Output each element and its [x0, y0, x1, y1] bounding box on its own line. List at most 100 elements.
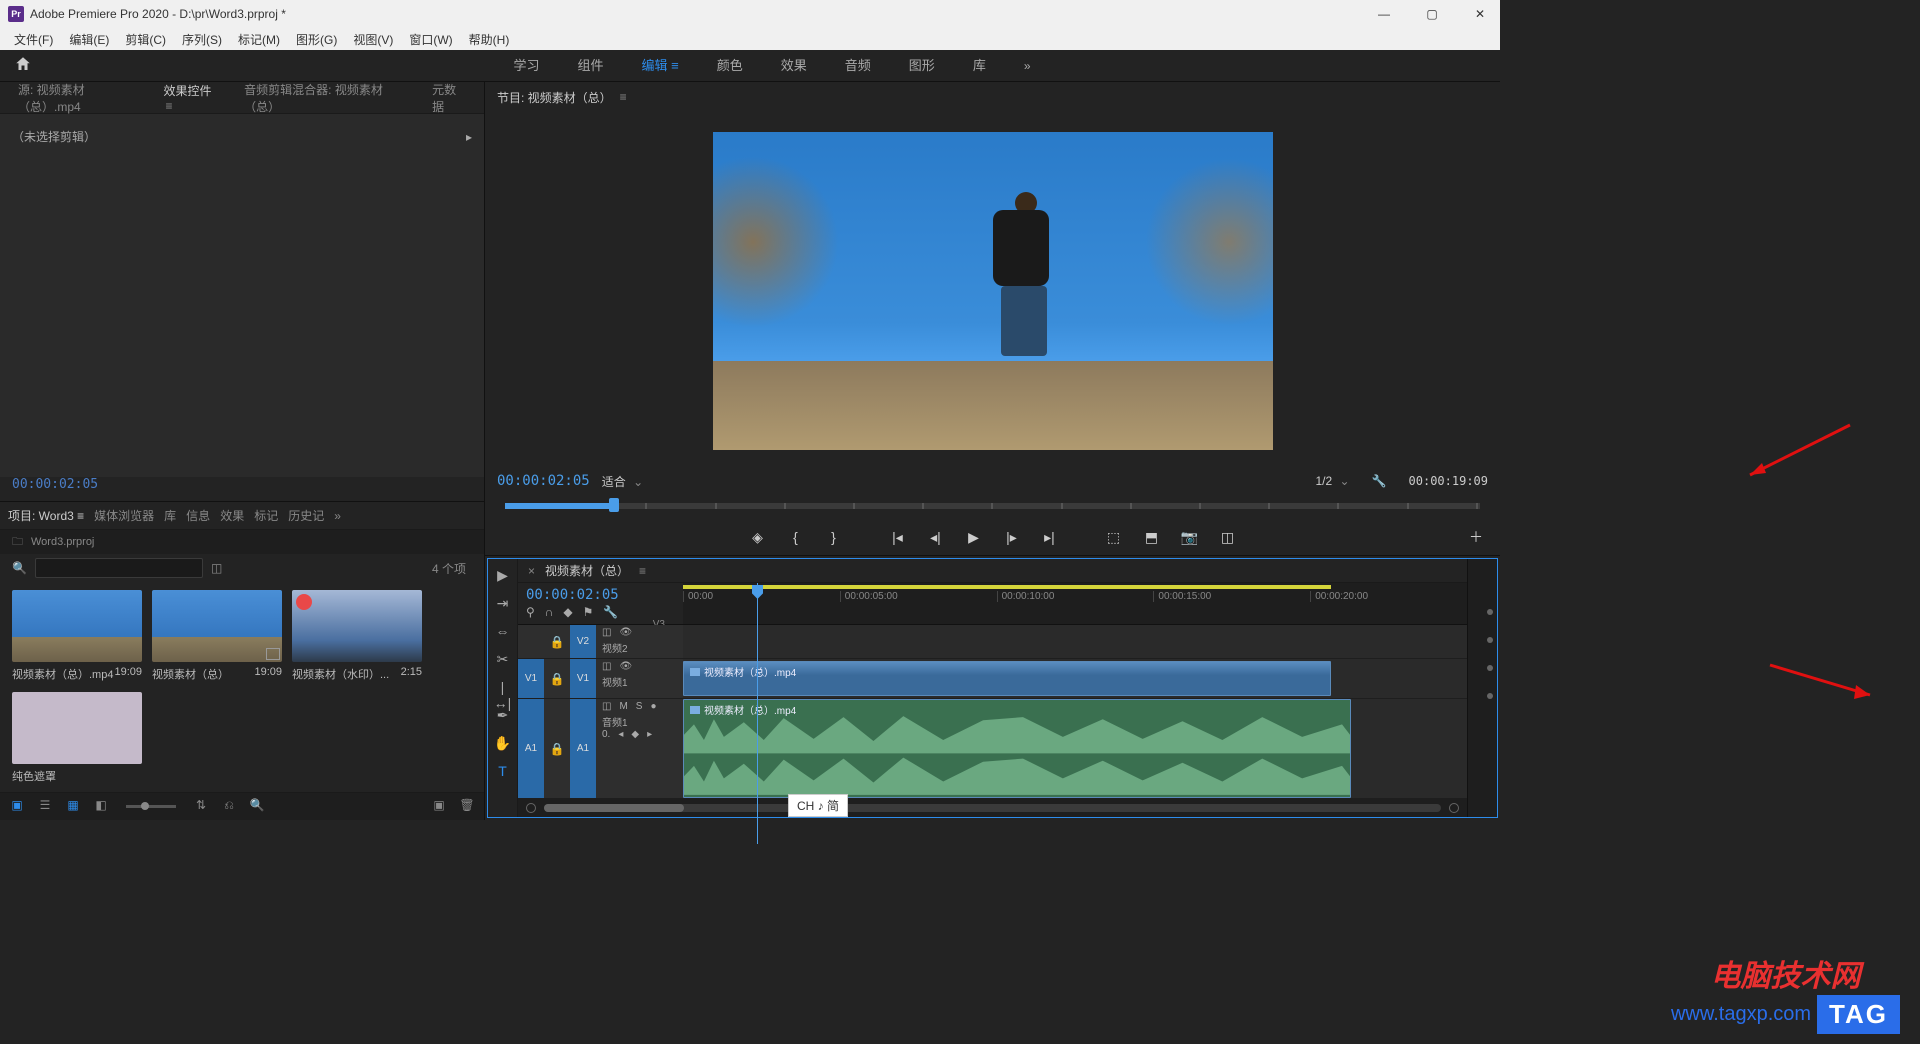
project-item[interactable]: 视频素材（水印）...2:15 [292, 590, 422, 682]
mark-out-icon[interactable]: } [822, 525, 846, 549]
play-icon[interactable]: ▶ [962, 525, 986, 549]
lock-icon[interactable]: 🔒 [544, 659, 570, 698]
new-bin-icon[interactable]: ▣ [8, 798, 26, 816]
track-target-v1[interactable]: V1 [570, 659, 596, 698]
menu-graphics[interactable]: 图形(G) [290, 29, 343, 50]
workspace-learn[interactable]: 学习 [495, 47, 557, 84]
source-patch-v1[interactable]: V1 [518, 659, 544, 698]
type-tool-icon[interactable]: T [493, 763, 513, 783]
lift-icon[interactable]: ⬚ [1102, 525, 1126, 549]
add-marker-icon[interactable]: ◈ [746, 525, 770, 549]
eye-icon[interactable]: 👁 [619, 661, 632, 672]
lock-icon[interactable]: 🔒 [544, 699, 570, 798]
list-view-icon[interactable]: ☰ [36, 798, 54, 816]
menu-view[interactable]: 视图(V) [347, 29, 399, 50]
workspace-assembly[interactable]: 组件 [560, 47, 622, 84]
voice-over-icon[interactable]: ● [650, 701, 656, 712]
mark-in-icon[interactable]: { [784, 525, 808, 549]
audio-clip[interactable]: 视频素材（总）.mp4 [683, 699, 1351, 798]
resolution-dropdown[interactable]: 1/2 ⌄ [1315, 474, 1349, 488]
toggle-output-icon[interactable]: ◫ [602, 701, 611, 712]
track-target-v2[interactable]: V2 [570, 625, 596, 658]
workspace-audio[interactable]: 音频 [827, 47, 889, 84]
tab-markers[interactable]: 标记 [254, 507, 278, 524]
project-item[interactable]: 纯色遮罩 [12, 692, 142, 784]
add-keyframe-icon[interactable]: ◆ [631, 729, 639, 740]
menu-markers[interactable]: 标记(M) [232, 29, 286, 50]
toggle-output-icon[interactable]: ◫ [602, 627, 611, 638]
menu-file[interactable]: 文件(F) [8, 29, 59, 50]
minimize-button[interactable]: — [1372, 7, 1396, 21]
sort-icon[interactable]: ⇅ [192, 798, 210, 816]
mute-button[interactable]: M [619, 701, 627, 712]
workspace-editing[interactable]: 编辑 ≡ [624, 47, 697, 84]
ime-indicator[interactable]: CH ♪ 简 [788, 794, 848, 817]
comparison-icon[interactable]: ◫ [1216, 525, 1240, 549]
selection-tool-icon[interactable]: ▶ [493, 567, 513, 587]
step-forward-icon[interactable]: |▸ [1000, 525, 1024, 549]
workspace-libraries[interactable]: 库 [955, 47, 1004, 84]
eye-icon[interactable]: 👁 [619, 627, 632, 638]
button-editor-icon[interactable]: ＋ [1464, 525, 1488, 549]
menu-sequence[interactable]: 序列(S) [176, 29, 228, 50]
step-back-icon[interactable]: ◂| [924, 525, 948, 549]
auto-sequence-icon[interactable]: ⎌ [220, 798, 238, 816]
chevron-right-icon[interactable]: ▸ [466, 130, 472, 144]
tab-history[interactable]: 历史记 [288, 507, 324, 524]
extract-icon[interactable]: ⬒ [1140, 525, 1164, 549]
add-marker-icon-tl[interactable]: ◆ [563, 605, 572, 619]
menu-clip[interactable]: 剪辑(C) [119, 29, 172, 50]
program-timecode[interactable]: 00:00:02:05 [497, 473, 590, 489]
freeform-view-icon[interactable]: ◧ [92, 798, 110, 816]
playhead[interactable] [757, 583, 758, 844]
workspace-color[interactable]: 颜色 [699, 47, 761, 84]
project-item[interactable]: 视频素材（总）.mp419:09 [12, 590, 142, 682]
find-icon[interactable]: 🔍 [248, 798, 266, 816]
track-target-a1[interactable]: A1 [570, 699, 596, 798]
program-scrubber[interactable] [497, 497, 1488, 515]
razor-tool-icon[interactable]: ✂ [493, 651, 513, 671]
hand-tool-icon[interactable]: ✋ [493, 735, 513, 755]
project-search-input[interactable] [35, 558, 203, 578]
trash-icon[interactable]: 🗑 [458, 798, 476, 816]
menu-edit[interactable]: 编辑(E) [63, 29, 115, 50]
breadcrumb[interactable]: Word3.prproj [31, 536, 94, 548]
linked-selection-icon[interactable]: ∩ [545, 605, 554, 619]
timeline-zoom-scroll[interactable] [518, 799, 1467, 817]
icon-view-icon[interactable]: ▦ [64, 798, 82, 816]
settings-icon[interactable]: 🔧 [1372, 474, 1387, 488]
solo-button[interactable]: S [636, 701, 643, 712]
sequence-tab[interactable]: 视频素材（总） [545, 562, 629, 579]
maximize-button[interactable]: ▢ [1420, 7, 1444, 21]
tab-effects[interactable]: 效果 [220, 507, 244, 524]
filter-icon[interactable]: ◫ [211, 561, 222, 575]
prev-keyframe-icon[interactable]: ◂ [618, 729, 623, 740]
tab-overflow[interactable]: » [334, 509, 341, 523]
workspace-graphics[interactable]: 图形 [891, 47, 953, 84]
source-patch-a1[interactable]: A1 [518, 699, 544, 798]
toggle-output-icon[interactable]: ◫ [602, 661, 611, 672]
close-button[interactable]: ✕ [1468, 7, 1492, 21]
go-to-out-icon[interactable]: ▸| [1038, 525, 1062, 549]
timeline-display-icon[interactable]: ⚑ [583, 605, 594, 619]
workspace-effects[interactable]: 效果 [763, 47, 825, 84]
ripple-edit-tool-icon[interactable]: ⇔ [493, 623, 513, 643]
wrench-settings-icon[interactable]: 🔧 [603, 605, 618, 619]
tab-info[interactable]: 信息 [186, 507, 210, 524]
timeline-ruler[interactable]: 00:00 00:00:05:00 00:00:10:00 00:00:15:0… [683, 583, 1467, 624]
track-select-tool-icon[interactable]: ⇥ [493, 595, 513, 615]
pen-tool-icon[interactable]: ✒ [493, 707, 513, 727]
source-timecode[interactable]: 00:00:02:05 [0, 477, 484, 501]
export-frame-icon[interactable]: 📷 [1178, 525, 1202, 549]
project-item[interactable]: 视频素材（总）19:09 [152, 590, 282, 682]
snap-icon[interactable]: ⚲ [526, 605, 535, 619]
tab-effect-controls[interactable]: 效果控件 ≡ [153, 76, 230, 120]
next-keyframe-icon[interactable]: ▸ [647, 729, 652, 740]
menu-window[interactable]: 窗口(W) [403, 29, 458, 50]
tab-project[interactable]: 项目: Word3 ≡ [8, 507, 84, 524]
slip-tool-icon[interactable]: |↔| [493, 679, 513, 699]
tab-libraries[interactable]: 库 [164, 507, 176, 524]
timeline-timecode[interactable]: 00:00:02:05 [526, 587, 675, 603]
thumbnail-size-slider[interactable] [126, 805, 176, 808]
tab-media-browser[interactable]: 媒体浏览器 [94, 507, 154, 524]
